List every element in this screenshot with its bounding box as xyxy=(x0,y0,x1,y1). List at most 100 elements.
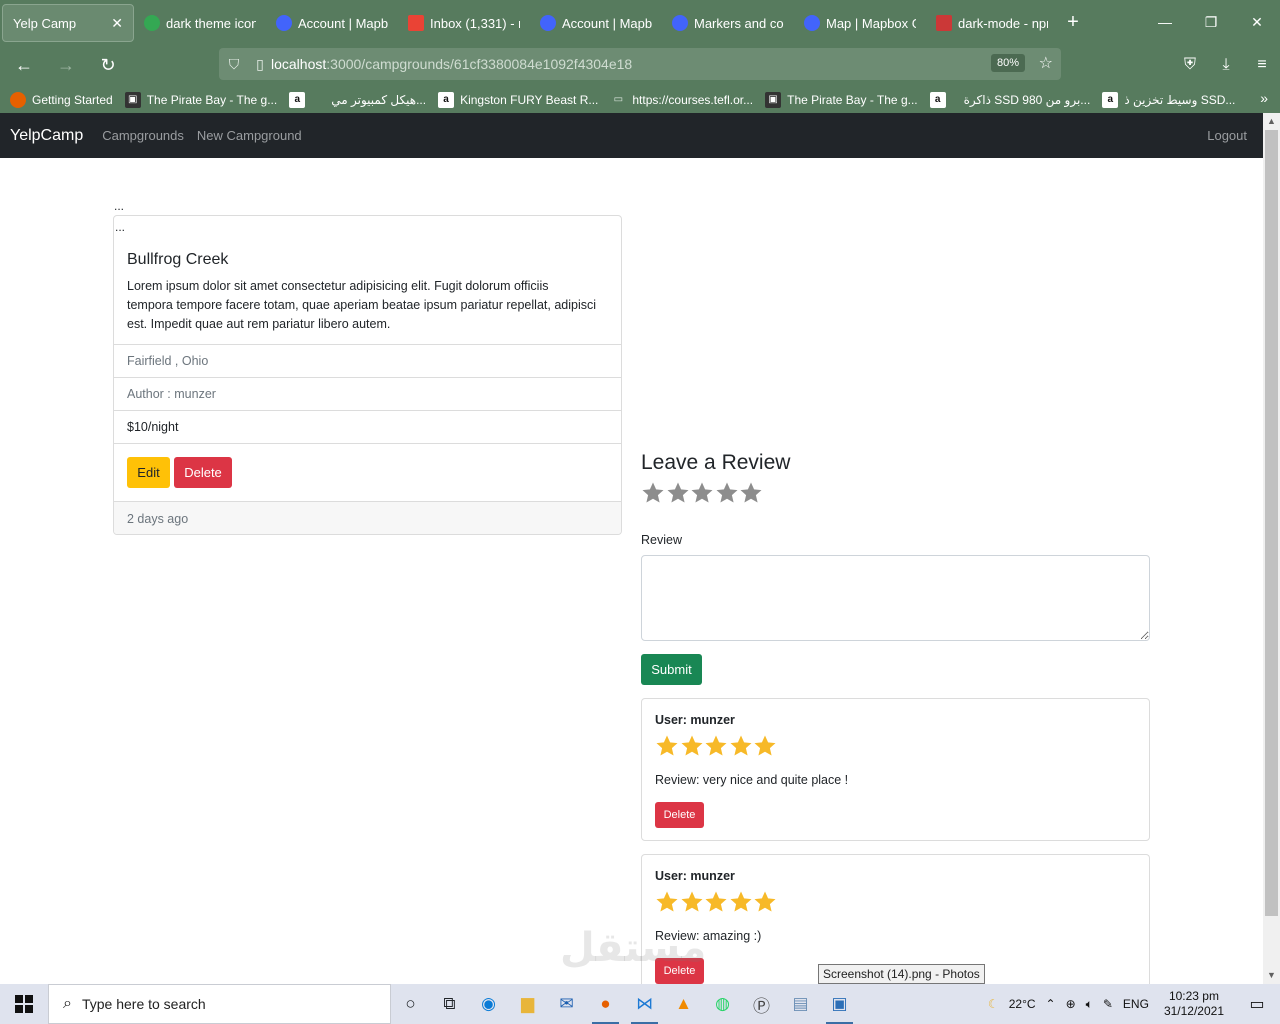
edit-button[interactable]: Edit xyxy=(127,457,170,488)
weather-moon-icon[interactable]: ☾ xyxy=(988,997,999,1011)
leave-review-heading: Leave a Review xyxy=(641,451,791,474)
notepad-icon[interactable]: ▤ xyxy=(781,984,820,1024)
bookmark-label: https://courses.tefl.or... xyxy=(632,92,754,107)
nav-campgrounds[interactable]: Campgrounds xyxy=(102,128,184,143)
windows-start-icon[interactable] xyxy=(0,984,48,1024)
author-text: Author : munzer xyxy=(127,387,216,401)
star-empty-icon[interactable] xyxy=(739,481,763,505)
pocket-icon[interactable]: ⛨ xyxy=(1172,56,1208,74)
posted-time: 2 days ago xyxy=(127,511,189,526)
bookmark-getting-started[interactable]: Getting Started xyxy=(10,91,113,108)
close-icon[interactable]: ✕ xyxy=(111,15,123,32)
star-empty-icon[interactable] xyxy=(690,481,714,505)
review-label: Review xyxy=(641,533,682,547)
bookmark-amazon-1[interactable]: a هيكل كمبيوتر مي... xyxy=(289,91,426,108)
bookmark-label: The Pirate Bay - The g... xyxy=(787,92,918,107)
submit-review-button[interactable]: Submit xyxy=(641,654,702,685)
language-indicator[interactable]: ENG xyxy=(1123,997,1149,1011)
bookmark-label: ذاكرة SSD 980 برو من... xyxy=(963,92,1091,107)
campground-location: Fairfield , Ohio xyxy=(114,344,621,377)
vscode-icon[interactable]: ⋈ xyxy=(625,984,664,1024)
clock[interactable]: 10:23 pm 31/12/2021 xyxy=(1164,989,1224,1019)
reload-icon[interactable]: ↻ xyxy=(90,47,126,83)
mail-icon[interactable]: ✉ xyxy=(547,984,586,1024)
scroll-up-arrow-icon[interactable]: ▲ xyxy=(1263,113,1280,130)
chevron-double-right-icon[interactable]: » xyxy=(1260,90,1268,106)
nav-new-campground[interactable]: New Campground xyxy=(197,128,302,143)
firefox-taskbar-icon[interactable]: ● xyxy=(586,984,625,1024)
task-view-icon[interactable]: ⧉ xyxy=(430,984,469,1024)
tab-account-mapbox[interactable]: Account | Mapbo xyxy=(266,4,398,42)
tab-inbox[interactable]: Inbox (1,331) - m xyxy=(398,4,530,42)
star-empty-icon[interactable] xyxy=(666,481,690,505)
bookmark-pirate-bay[interactable]: ▣ The Pirate Bay - The g... xyxy=(124,91,277,108)
delete-campground-button[interactable]: Delete xyxy=(174,457,232,488)
tab-account-mapbox-2[interactable]: Account | Mapbo xyxy=(530,4,662,42)
bookmark-pirate-bay-2[interactable]: ▣ The Pirate Bay - The g... xyxy=(765,91,918,108)
taskbar-search-input[interactable]: ⌕ Type here to search xyxy=(48,984,391,1024)
file-explorer-icon[interactable]: ▆ xyxy=(508,984,547,1024)
rating-input[interactable] xyxy=(641,481,764,505)
minimize-icon[interactable]: — xyxy=(1142,0,1188,44)
chevron-up-icon[interactable]: ⌃ xyxy=(1046,997,1056,1011)
scroll-thumb[interactable] xyxy=(1265,130,1278,916)
scroll-down-arrow-icon[interactable]: ▼ xyxy=(1263,967,1280,984)
brand-link[interactable]: YelpCamp xyxy=(10,127,83,145)
psiphon-icon[interactable]: Ⓟ xyxy=(742,984,781,1024)
campground-actions: Edit Delete xyxy=(114,443,621,501)
page-info-icon[interactable]: ▯ xyxy=(249,56,271,73)
star-empty-icon[interactable] xyxy=(641,481,665,505)
price-text: $10/night xyxy=(127,420,179,434)
star-filled-icon xyxy=(705,735,727,756)
google-drive-icon xyxy=(144,15,160,31)
review-textarea[interactable] xyxy=(641,555,1150,641)
bookmark-kingston[interactable]: a Kingston FURY Beast R... xyxy=(438,91,598,108)
cortana-icon[interactable]: ○ xyxy=(391,984,430,1024)
forward-arrow-icon[interactable]: → xyxy=(48,47,84,83)
close-window-icon[interactable]: ✕ xyxy=(1234,0,1280,44)
nav-logout[interactable]: Logout xyxy=(1207,128,1247,143)
review-user: User: munzer xyxy=(655,869,735,883)
location-text: Fairfield , Ohio xyxy=(127,354,209,368)
bookmark-amazon-storage[interactable]: a وسيط تخزين ذ SSD... xyxy=(1102,91,1235,108)
tab-title: dark theme icon xyxy=(166,15,256,31)
tab-dark-mode-npm[interactable]: dark-mode - npm xyxy=(926,4,1058,42)
star-filled-icon xyxy=(656,735,678,756)
page-scrollbar[interactable]: ▲ ▼ xyxy=(1263,113,1280,984)
network-globe-icon[interactable]: ⊕ xyxy=(1066,997,1076,1011)
tab-yelp-camp[interactable]: Yelp Camp ✕ xyxy=(2,4,134,42)
tab-dark-theme-icon[interactable]: dark theme icon xyxy=(134,4,266,42)
tab-markers[interactable]: Markers and cont xyxy=(662,4,794,42)
bookmark-tefl[interactable]: ▭ https://courses.tefl.or... xyxy=(610,92,753,108)
browser-toolbar: ← → ↻ ⛉ ▯ localhost:3000/campgrounds/61c… xyxy=(0,44,1280,86)
amazon-icon: a xyxy=(929,91,946,108)
shield-icon[interactable]: ⛉ xyxy=(219,56,249,73)
zoom-level-badge[interactable]: 80% xyxy=(990,54,1025,72)
star-empty-icon[interactable] xyxy=(715,481,739,505)
bookmark-star-icon[interactable]: ☆ xyxy=(1039,53,1053,73)
tab-title: Map | Mapbox G xyxy=(826,15,916,31)
restore-icon[interactable]: ❐ xyxy=(1188,0,1234,44)
menu-hamburger-icon[interactable]: ≡ xyxy=(1244,56,1280,74)
new-tab-plus-icon[interactable]: + xyxy=(1058,11,1088,34)
back-arrow-icon[interactable]: ← xyxy=(6,47,42,83)
download-icon[interactable]: ⤓ xyxy=(1208,56,1244,74)
url-bar[interactable]: ⛉ ▯ localhost:3000/campgrounds/61cf33800… xyxy=(219,48,1061,80)
weather-temp[interactable]: 22°C xyxy=(1009,997,1036,1011)
whatsapp-icon[interactable]: ◍ xyxy=(703,984,742,1024)
notification-icon[interactable]: ▭ xyxy=(1239,994,1275,1014)
url-path: :3000/campgrounds/61cf3380084e1092f4304e… xyxy=(326,56,633,72)
review-text: Review: very nice and quite place ! xyxy=(655,773,849,787)
pen-icon[interactable]: ✎ xyxy=(1103,997,1113,1011)
star-filled-icon xyxy=(681,891,702,912)
star-filled-icon xyxy=(705,891,727,912)
tab-title: Account | Mapbo xyxy=(298,15,388,31)
vlc-icon[interactable]: ▲ xyxy=(664,984,703,1024)
volume-icon[interactable]: 🔈︎ xyxy=(1086,997,1093,1012)
bookmark-amazon-ssd[interactable]: a ذاكرة SSD 980 برو من... xyxy=(929,91,1091,108)
edge-icon[interactable]: ◉ xyxy=(469,984,508,1024)
delete-review-button[interactable]: Delete xyxy=(655,802,704,828)
tab-map-mapbox[interactable]: Map | Mapbox G xyxy=(794,4,926,42)
photos-icon[interactable]: ▣ xyxy=(820,984,859,1024)
review-card: User: munzer Review: very nice and quite… xyxy=(641,698,1150,841)
